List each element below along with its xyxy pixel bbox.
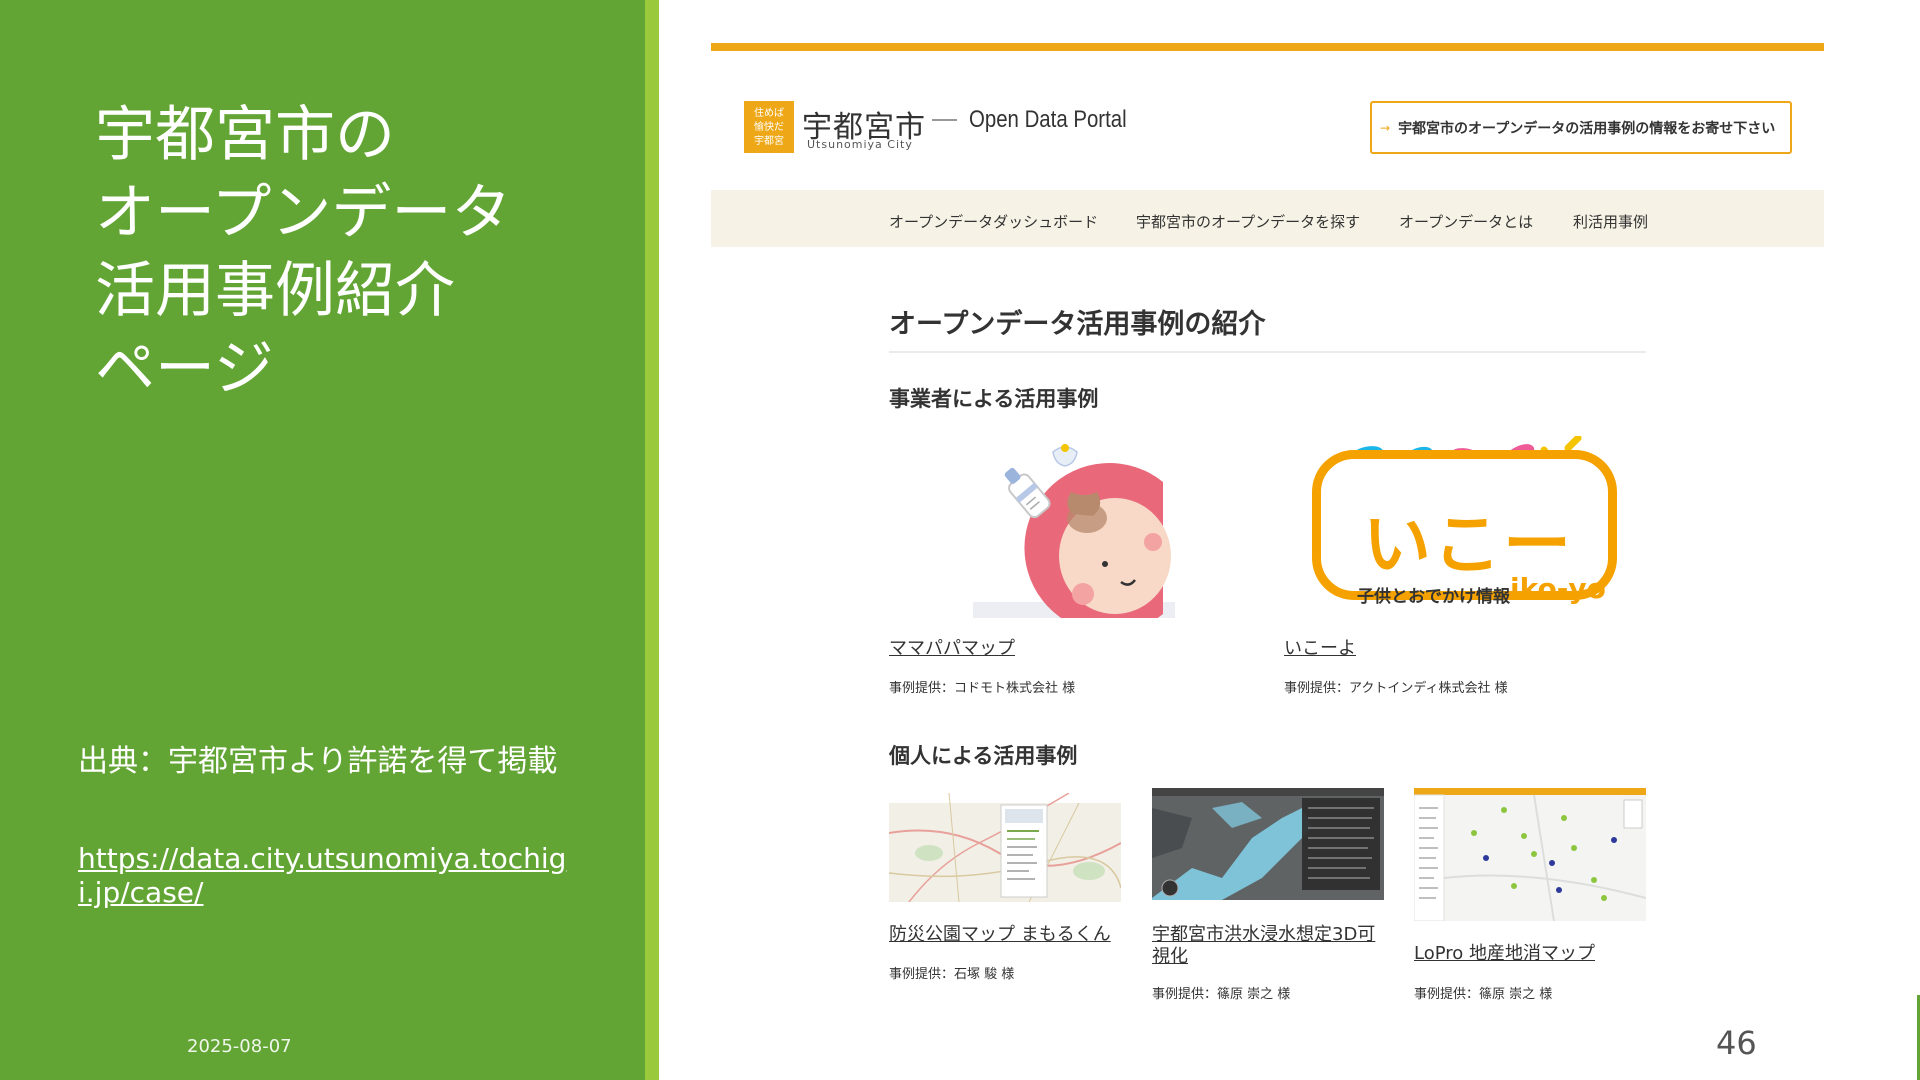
nav-item-about[interactable]: オープンデータとは [1399, 211, 1533, 232]
cta-label: 宇都宮市のオープンデータの活用事例の情報をお寄せ下さい [1398, 120, 1776, 137]
case-link-mamapapa[interactable]: ママパパマップ [889, 638, 1015, 660]
case-link-ikoyo[interactable]: いこーよ [1284, 638, 1356, 660]
submit-case-info-button[interactable]: → 宇都宮市のオープンデータの活用事例の情報をお寄せ下さい [1370, 101, 1792, 154]
site-top-bar [711, 43, 1824, 51]
business-cases-heading: 事業者による活用事例 [889, 387, 1099, 411]
svg-text:住めば: 住めば [754, 106, 784, 119]
case-credit: 事例提供：石塚 駿 様 [889, 967, 1015, 982]
nav-item-dashboard[interactable]: オープンデータダッシュボード [889, 211, 1098, 232]
personal-cases-heading: 個人による活用事例 [889, 744, 1078, 768]
mamapapa-map-thumbnail[interactable] [973, 432, 1175, 618]
case-credit: 事例提供：篠原 崇之 様 [1152, 987, 1291, 1002]
slide-accent-stripe [645, 0, 659, 1080]
heading-divider [889, 351, 1646, 353]
slide-title-line: 活用事例紹介 [95, 256, 455, 326]
portal-name: Open Data Portal [969, 106, 1127, 133]
city-logo-icon[interactable]: 住めば 愉快だ 宇都宮 [744, 101, 794, 153]
slide-title-line: ページ [95, 334, 274, 404]
case-link-disaster-park-map[interactable]: 防災公園マップ まもるくん [889, 924, 1129, 946]
lopro-map-thumbnail[interactable] [1414, 788, 1646, 921]
nav-item-search-data[interactable]: 宇都宮市のオープンデータを探す [1136, 211, 1360, 232]
ikoyo-frame: いこーよ 子供とおでかけ情報 iko-yo [1312, 450, 1617, 611]
site-nav-bar: オープンデータダッシュボード 宇都宮市のオープンデータを探す オープンデータとは… [711, 190, 1824, 247]
case-link-lopro-map[interactable]: LoPro 地産地消マップ [1414, 943, 1654, 965]
case-credit: 事例提供：コドモト株式会社 様 [889, 681, 1076, 696]
website-screenshot: 住めば 愉快だ 宇都宮 宇都宮市 Utsunomiya City Open Da… [711, 0, 1824, 1080]
flood-3d-visualization-thumbnail[interactable] [1152, 788, 1384, 900]
arrow-right-icon: → [1380, 120, 1391, 135]
ikoyo-logo-thumbnail[interactable]: いこーよ 子供とおでかけ情報 iko-yo [1298, 436, 1631, 611]
slide-date: 2025-08-07 [187, 1036, 292, 1057]
slide-title-line: 宇都宮市の [95, 100, 395, 170]
page-heading: オープンデータ活用事例の紹介 [889, 309, 1266, 340]
case-credit: 事例提供：篠原 崇之 様 [1414, 987, 1553, 1002]
source-credit: 出典：宇都宮市より許諾を得て掲載 [78, 744, 558, 779]
header-dash [932, 119, 957, 121]
svg-text:宇都宮: 宇都宮 [754, 134, 784, 147]
ikoyo-logo-subtitle: 子供とおでかけ情報 [1357, 587, 1510, 607]
city-romaji: Utsunomiya City [807, 138, 913, 151]
disaster-park-map-thumbnail[interactable] [889, 793, 1121, 902]
svg-text:愉快だ: 愉快だ [754, 120, 784, 133]
nav-item-cases[interactable]: 利活用事例 [1573, 211, 1648, 232]
case-link-flood-3d[interactable]: 宇都宮市洪水浸水想定3D可視化 [1152, 924, 1392, 968]
ikoyo-logo-roman: iko-yo [1510, 572, 1606, 605]
slide-title-line: オープンデータ [95, 178, 512, 248]
case-credit: 事例提供：アクトインディ株式会社 様 [1284, 681, 1508, 696]
source-url-link[interactable]: https://data.city.utsunomiya.tochigi.jp/… [78, 842, 578, 910]
slide-title: 宇都宮市の オープンデータ 活用事例紹介 ページ [95, 96, 615, 408]
